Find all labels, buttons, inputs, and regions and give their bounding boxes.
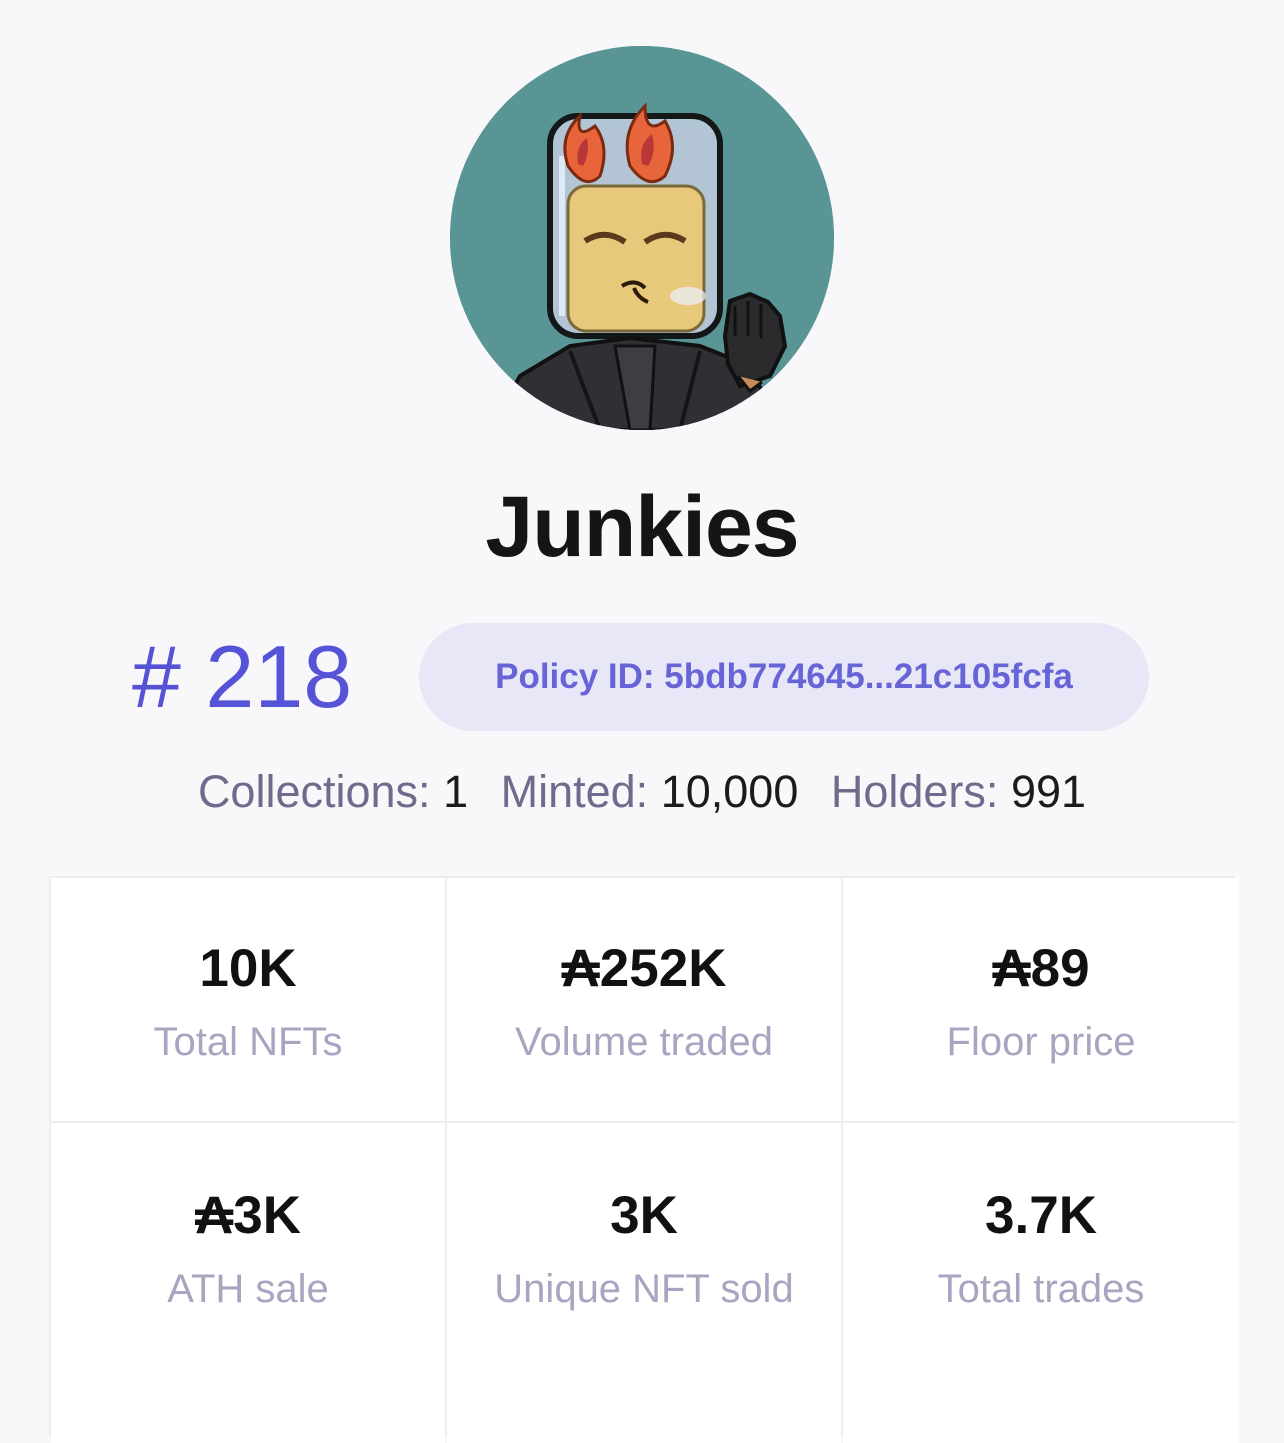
policy-id-button[interactable]: Policy ID: 5bdb774645...21c105fcfa (419, 623, 1149, 731)
stat-floor-price: ₳89 Floor price (843, 878, 1239, 1121)
stat-volume-traded: ₳252K Volume traded (447, 878, 841, 1121)
collections-summary: Collections: 1 (198, 766, 481, 817)
stat-label: Volume traded (515, 1020, 773, 1064)
collections-value: 1 (443, 766, 469, 817)
stat-value: ₳89 (992, 939, 1090, 998)
collections-label: Collections: (197, 766, 431, 817)
stat-value: 3K (610, 1186, 678, 1245)
stat-value: 10K (199, 939, 297, 998)
collection-title: Junkies (485, 479, 799, 575)
junkie-character-image (450, 46, 834, 430)
stats-grid: 10K Total NFTs ₳252K Volume traded ₳89 F… (49, 876, 1239, 1443)
stat-label: Total NFTs (153, 1020, 343, 1064)
holders-value: 991 (1010, 766, 1087, 817)
summary-line: Collections: 1 Minted: 10,000 Holders: 9… (0, 762, 1284, 822)
stat-total-nfts: 10K Total NFTs (51, 878, 445, 1121)
minted-label: Minted: (500, 766, 649, 817)
stat-label: ATH sale (167, 1267, 329, 1311)
holders-label: Holders: (830, 766, 999, 817)
holders-summary: Holders: 991 (831, 766, 1086, 817)
stat-label: Total trades (937, 1267, 1145, 1311)
minted-value: 10,000 (660, 766, 799, 817)
stat-ath-sale: ₳3K ATH sale (51, 1123, 445, 1443)
stat-value: 3.7K (985, 1186, 1097, 1245)
stat-label: Floor price (946, 1020, 1136, 1064)
minted-summary: Minted: 10,000 (501, 766, 811, 817)
stat-value: ₳3K (194, 1186, 302, 1245)
collection-rank: # 218 (132, 627, 353, 726)
collection-avatar (450, 46, 834, 430)
stat-unique-nft-sold: 3K Unique NFT sold (447, 1123, 841, 1443)
stat-total-trades: 3.7K Total trades (843, 1123, 1239, 1443)
stat-label: Unique NFT sold (494, 1267, 794, 1311)
stat-value: ₳252K (561, 939, 727, 998)
